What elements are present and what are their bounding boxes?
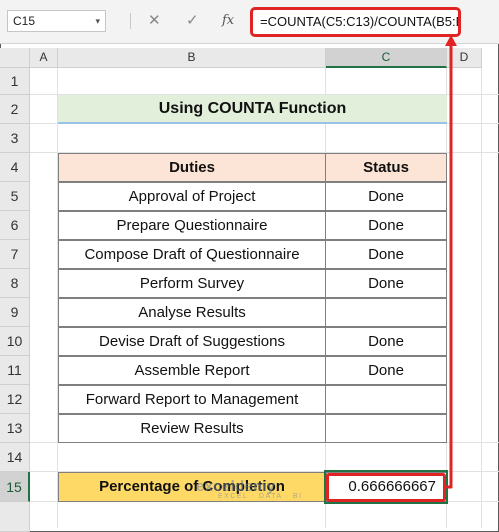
result-highlight-box bbox=[326, 473, 446, 502]
row-header-4[interactable]: 4 bbox=[0, 153, 30, 182]
duties-header[interactable]: Duties bbox=[58, 153, 326, 182]
duty-cell[interactable]: Forward Report to Management bbox=[58, 385, 326, 414]
column-header-a[interactable]: A bbox=[30, 48, 58, 68]
chevron-down-icon[interactable]: ▾ bbox=[95, 11, 100, 31]
row-header-12[interactable]: 12 bbox=[0, 385, 30, 414]
status-cell[interactable]: Done bbox=[325, 269, 447, 298]
confirm-icon[interactable]: ✓ bbox=[186, 11, 199, 31]
row-header-15[interactable]: 15 bbox=[0, 472, 30, 502]
row-header-2[interactable]: 2 bbox=[0, 95, 30, 124]
insert-function-button[interactable]: fx bbox=[222, 11, 234, 31]
name-box-value: C15 bbox=[13, 14, 36, 28]
status-cell[interactable]: Done bbox=[325, 327, 447, 356]
select-all-corner[interactable] bbox=[0, 48, 30, 68]
row-header-6[interactable]: 6 bbox=[0, 211, 30, 240]
duty-cell[interactable]: Prepare Questionnaire bbox=[58, 211, 326, 240]
formula-bar: C15 ▾ ✕ ✓ fx =COUNTA(C5:C13)/COUNTA(B5:B… bbox=[0, 0, 499, 44]
status-cell[interactable] bbox=[325, 385, 447, 414]
duty-cell[interactable]: Perform Survey bbox=[58, 269, 326, 298]
cancel-icon[interactable]: ✕ bbox=[148, 11, 161, 31]
gridline bbox=[481, 68, 482, 528]
sheet-title[interactable]: Using COUNTA Function bbox=[58, 95, 447, 124]
row-header-9[interactable]: 9 bbox=[0, 298, 30, 327]
column-header-b[interactable]: B bbox=[58, 48, 326, 68]
column-header-d[interactable]: D bbox=[447, 48, 482, 68]
status-cell[interactable] bbox=[325, 414, 447, 443]
row-header-7[interactable]: 7 bbox=[0, 240, 30, 269]
duty-cell[interactable]: Assemble Report bbox=[58, 356, 326, 385]
watermark-logo: exceldemy EXCEL · DATA · BI bbox=[196, 478, 303, 500]
row-header-1[interactable]: 1 bbox=[0, 68, 30, 95]
row-header-8[interactable]: 8 bbox=[0, 269, 30, 298]
status-header[interactable]: Status bbox=[325, 153, 447, 182]
row-header-5[interactable]: 5 bbox=[0, 182, 30, 211]
column-header-c[interactable]: C bbox=[326, 48, 447, 68]
status-cell[interactable]: Done bbox=[325, 356, 447, 385]
row-header-13[interactable]: 13 bbox=[0, 414, 30, 443]
row-header-3[interactable]: 3 bbox=[0, 124, 30, 153]
status-cell[interactable]: Done bbox=[325, 240, 447, 269]
status-cell[interactable]: Done bbox=[325, 211, 447, 240]
duty-cell[interactable]: Compose Draft of Questionnaire bbox=[58, 240, 326, 269]
watermark-tagline: EXCEL · DATA · BI bbox=[218, 493, 303, 500]
row-header-14[interactable]: 14 bbox=[0, 443, 30, 472]
duty-cell[interactable]: Approval of Project bbox=[58, 182, 326, 211]
row-header-10[interactable]: 10 bbox=[0, 327, 30, 356]
name-box[interactable]: C15 ▾ bbox=[7, 10, 106, 32]
duty-cell[interactable]: Devise Draft of Suggestions bbox=[58, 327, 326, 356]
formula-input[interactable]: =COUNTA(C5:C13)/COUNTA(B5:B13) bbox=[250, 7, 461, 37]
row-header-11[interactable]: 11 bbox=[0, 356, 30, 385]
duty-cell[interactable]: Analyse Results bbox=[58, 298, 326, 327]
duty-cell[interactable]: Review Results bbox=[58, 414, 326, 443]
status-cell[interactable] bbox=[325, 298, 447, 327]
row-header-16[interactable] bbox=[0, 502, 30, 532]
divider bbox=[130, 13, 131, 29]
status-cell[interactable]: Done bbox=[325, 182, 447, 211]
